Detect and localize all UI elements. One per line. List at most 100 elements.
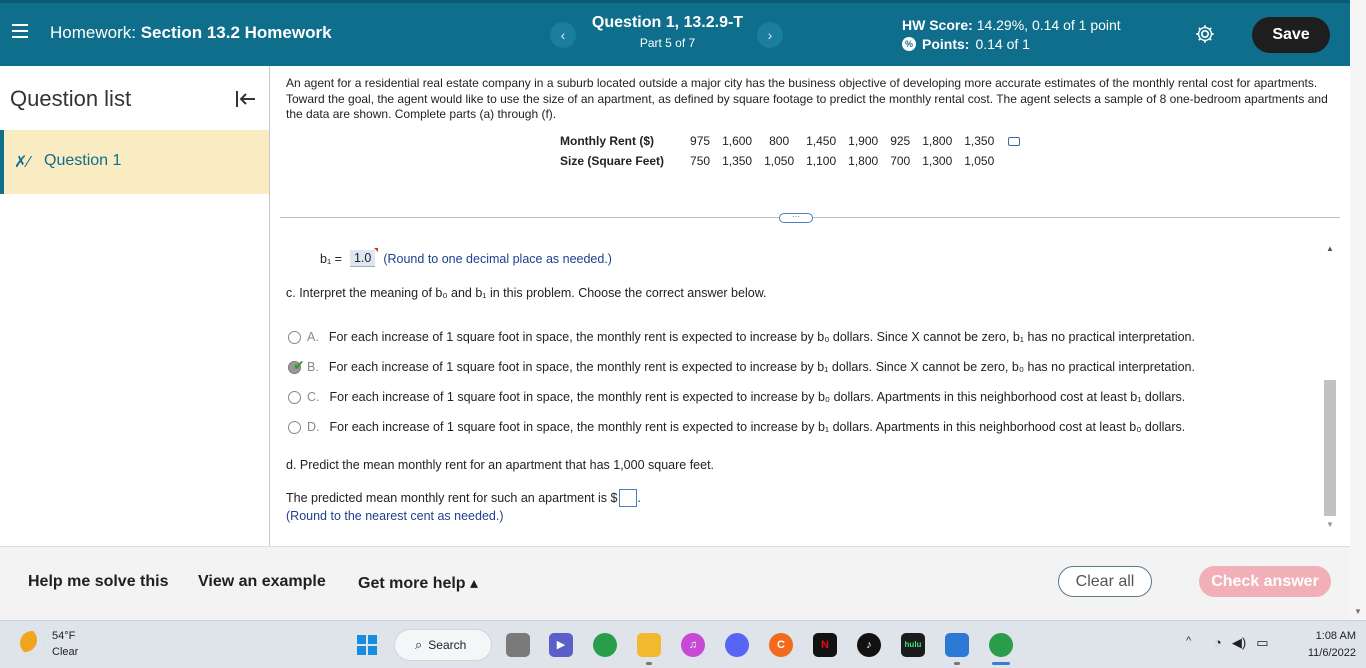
table-row: Monthly Rent ($) 975 1,600 800 1,450 1,9… (560, 132, 1026, 152)
clear-all-button[interactable]: Clear all (1058, 566, 1152, 597)
option-letter: D. (307, 420, 320, 434)
clock-date[interactable]: 11/6/2022 (1290, 647, 1356, 659)
question-content: An agent for a residential real estate c… (270, 66, 1350, 546)
size-header: Size (Square Feet) (560, 154, 665, 168)
collapse-panel-icon[interactable] (234, 88, 258, 110)
homework-title: Homework: Section 13.2 Homework (50, 23, 332, 43)
option-letter: C. (307, 390, 320, 404)
check-answer-button[interactable]: Check answer (1199, 566, 1331, 597)
correct-check-icon: ✔ (293, 356, 305, 373)
weather-temp: 54°F (52, 630, 76, 642)
file-explorer-icon[interactable] (637, 633, 661, 657)
table-cell: 1,350 (964, 134, 995, 148)
table-cell: 1,800 (922, 134, 953, 148)
hw-score-value: 14.29%, 0.14 of 1 point (976, 17, 1121, 33)
crunchyroll-icon[interactable]: C (769, 633, 793, 657)
app-window: Homework: Section 13.2 Homework ‹ Questi… (0, 0, 1366, 668)
option-text: For each increase of 1 square foot in sp… (328, 330, 1195, 344)
prediction-text: The predicted mean monthly rent for such… (286, 491, 618, 505)
rent-header: Monthly Rent ($) (560, 134, 654, 148)
scroll-down-icon[interactable]: ▼ (1354, 607, 1362, 616)
table-cell: 975 (690, 134, 711, 148)
wifi-icon[interactable]: ◔ (1214, 635, 1222, 651)
get-more-help-button[interactable]: Get more help ▴ (358, 573, 478, 593)
windows-taskbar: 54°F Clear ⌕ Search ▶ ♫ C N ♪ hulu ^ ◔ ◀) ▭… (0, 620, 1366, 668)
discord-icon[interactable] (725, 633, 749, 657)
photos-icon[interactable] (945, 633, 969, 657)
task-view-icon[interactable] (506, 633, 530, 657)
scroll-up-icon[interactable]: ▲ (1326, 244, 1334, 253)
part-c-prompt: c. Interpret the meaning of b₀ and b₁ in… (286, 286, 767, 300)
part-d-prompt: d. Predict the mean monthly rent for an … (286, 458, 715, 472)
running-indicator (646, 662, 652, 665)
prediction-round-note: (Round to the nearest cent as needed.) (286, 509, 504, 523)
b1-answer-field[interactable]: 1.0 (349, 248, 379, 267)
content-scrollbar[interactable]: ▲ ▼ (1323, 242, 1337, 532)
points: % Points: 0.14 of 1 (902, 36, 1030, 52)
save-button[interactable]: Save (1252, 17, 1330, 53)
period: . (637, 491, 641, 505)
tiktok-icon[interactable]: ♪ (857, 633, 881, 657)
points-value: 0.14 of 1 (975, 36, 1030, 52)
points-label: Points: (922, 36, 970, 52)
question-list-title: Question list (10, 86, 132, 111)
radio-option-c[interactable] (288, 390, 301, 404)
battery-icon[interactable]: ▭ (1256, 635, 1268, 651)
chrome-icon[interactable] (593, 633, 617, 657)
table-cell: 925 (890, 134, 911, 148)
table-row: Size (Square Feet) 750 1,350 1,050 1,100… (560, 152, 1026, 172)
option-a[interactable]: A. For each increase of 1 square foot in … (288, 330, 1338, 344)
option-d[interactable]: D. For each increase of 1 square foot in … (288, 420, 1338, 434)
hw-score: HW Score: 14.29%, 0.14 of 1 point (902, 17, 1121, 33)
expand-more-button[interactable]: ⋯ (779, 213, 813, 223)
taskbar-search-label: Search (428, 638, 467, 652)
radio-option-a[interactable] (288, 330, 301, 344)
search-icon: ⌕ (415, 637, 423, 652)
option-c[interactable]: C. For each increase of 1 square foot in … (288, 390, 1338, 404)
hulu-icon[interactable]: hulu (901, 633, 925, 657)
b1-round-note: (Round to one decimal place as needed.) (383, 251, 612, 266)
volume-icon[interactable]: ◀) (1232, 635, 1246, 651)
option-b[interactable]: ✔ B. For each increase of 1 square foot in… (288, 357, 1338, 374)
previous-question-button[interactable]: ‹ (550, 22, 576, 48)
table-cell: 1,300 (922, 154, 953, 168)
top-header: Homework: Section 13.2 Homework ‹ Questi… (0, 0, 1350, 66)
gear-icon[interactable] (1194, 23, 1216, 45)
view-example-button[interactable]: View an example (198, 573, 326, 591)
netflix-icon[interactable]: N (813, 633, 837, 657)
question-item-label: Question 1 (44, 152, 122, 169)
table-cell: 800 (769, 134, 790, 148)
copy-data-icon[interactable] (1008, 137, 1021, 147)
help-me-solve-button[interactable]: Help me solve this (28, 573, 169, 591)
moon-weather-icon[interactable] (20, 631, 44, 655)
chrome-active-icon[interactable] (989, 633, 1013, 657)
table-cell: 1,350 (722, 154, 753, 168)
table-cell: 750 (690, 154, 711, 168)
music-icon[interactable]: ♫ (681, 633, 705, 657)
partial-credit-icon: % (902, 37, 916, 51)
radio-option-d[interactable] (288, 420, 301, 434)
b1-answer-line: b₁ = 1.0 (Round to one decimal place as … (320, 248, 612, 267)
scroll-down-icon[interactable]: ▼ (1326, 520, 1334, 529)
homework-prefix: Homework: (50, 23, 136, 42)
problem-intro: An agent for a residential real estate c… (286, 76, 1328, 121)
prediction-answer-input[interactable] (619, 489, 638, 507)
prediction-line: The predicted mean monthly rent for such… (286, 489, 641, 507)
taskbar-search[interactable]: ⌕ Search (394, 629, 492, 661)
sidebar-item-question-1[interactable]: ✗⁄ Question 1 (0, 130, 269, 194)
tray-overflow-icon[interactable]: ^ (1186, 635, 1191, 647)
hamburger-menu-icon[interactable] (12, 24, 28, 38)
homework-name: Section 13.2 Homework (140, 23, 332, 42)
question-part: Part 5 of 7 (639, 36, 696, 50)
page-scrollbar[interactable]: ▼ (1350, 0, 1366, 620)
clock-time[interactable]: 1:08 AM (1296, 630, 1356, 642)
question-list-panel: Question list ✗⁄ Question 1 (0, 66, 270, 546)
next-question-button[interactable]: › (757, 22, 783, 48)
teams-icon[interactable]: ▶ (549, 633, 573, 657)
radio-option-b[interactable]: ✔ (288, 357, 305, 374)
table-cell (1000, 152, 1026, 172)
option-letter: B. (307, 360, 319, 374)
system-tray[interactable]: ◔ ◀) ▭ (1214, 635, 1268, 651)
windows-start-icon[interactable] (357, 635, 377, 655)
table-cell: 1,100 (806, 154, 837, 168)
